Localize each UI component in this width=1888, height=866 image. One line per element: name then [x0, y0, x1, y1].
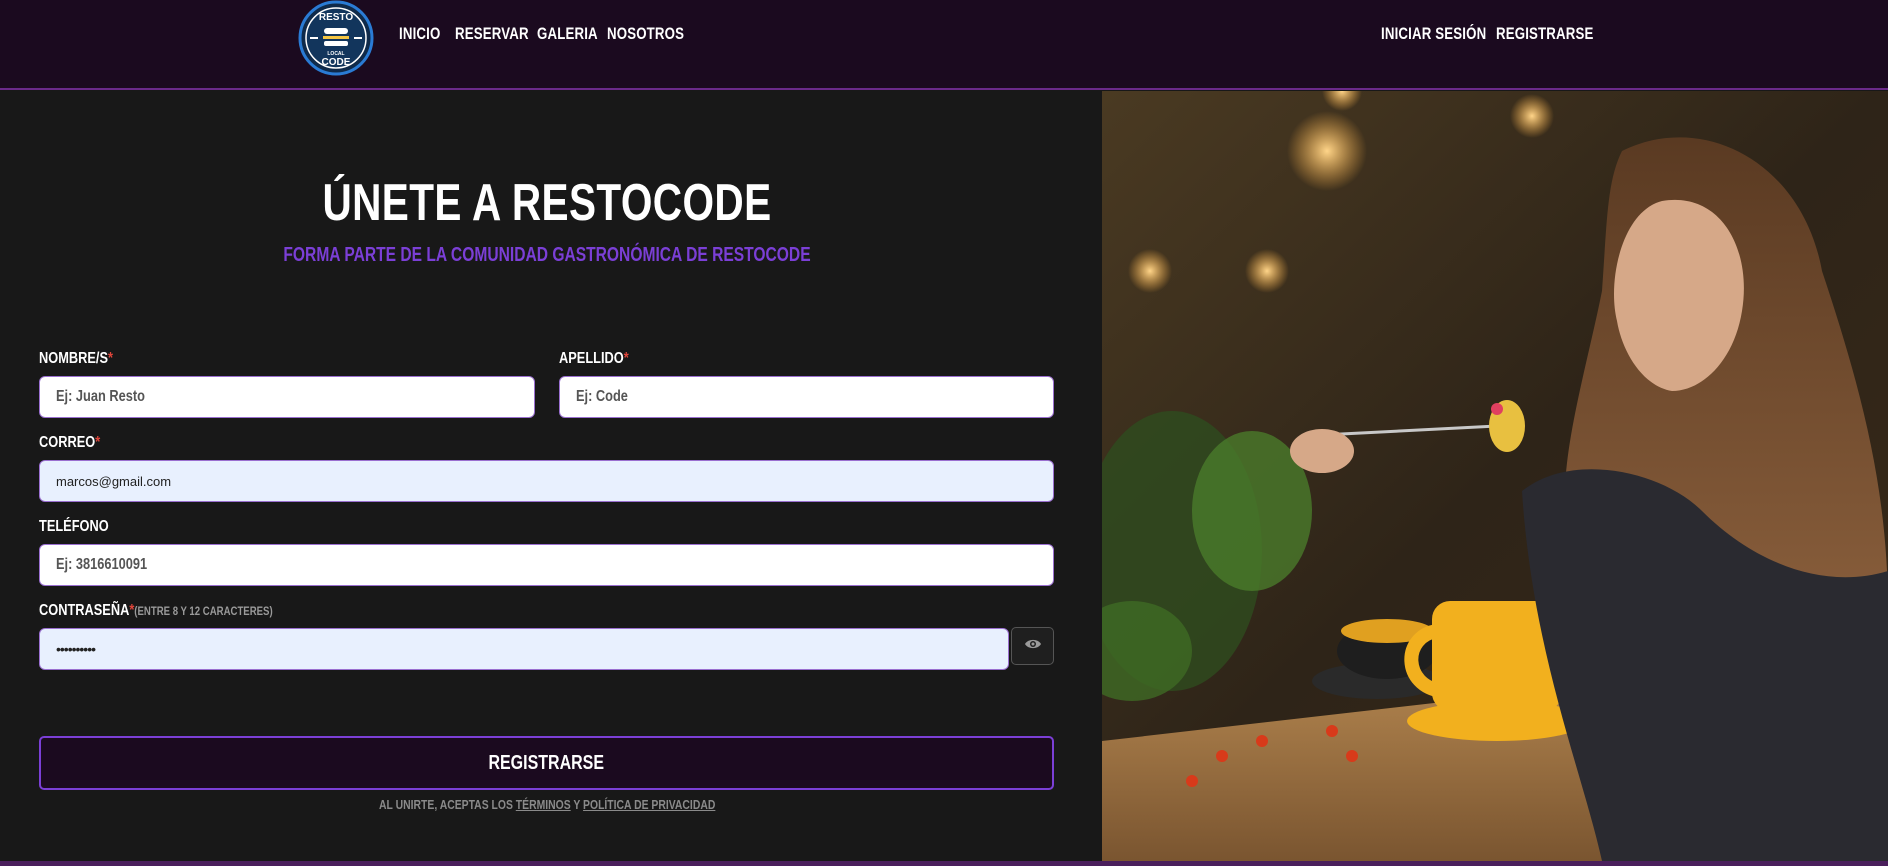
nav-iniciar-sesion[interactable]: INICIAR SESIÓN	[1381, 24, 1486, 44]
correo-input[interactable]: marcos@gmail.com	[39, 460, 1054, 502]
apellido-input[interactable]: Ej: Code	[559, 376, 1054, 418]
required-mark: *	[107, 350, 113, 367]
nav-nosotros[interactable]: NOSOTROS	[607, 24, 684, 44]
nav-reservar[interactable]: RESERVAR	[455, 24, 529, 44]
nav-left-links: INICIO RESERVAR GALERIA NOSOTROS	[399, 24, 687, 44]
apellido-label-text: APELLIDO	[559, 350, 624, 367]
restocode-logo[interactable]: RESTO LOCAL CODE	[296, 0, 376, 76]
telefono-label: TELÉFONO	[39, 518, 109, 536]
telefono-label-text: TELÉFONO	[39, 518, 109, 535]
page-title: ÚNETE A RESTOCODE	[322, 174, 772, 232]
toggle-password-button[interactable]	[1011, 627, 1054, 665]
correo-label: CORREO*	[39, 434, 100, 452]
page-subtitle: FORMA PARTE DE LA COMUNIDAD GASTRONÓMICA…	[283, 244, 811, 266]
logo-bottom-text: CODE	[322, 57, 351, 68]
contrasena-hint: (ENTRE 8 Y 12 CARACTERES)	[134, 604, 273, 618]
hero-photo-woman-eating	[1102, 91, 1888, 861]
nombre-label-text: NOMBRE/S	[39, 350, 108, 367]
register-submit-label: REGISTRARSE	[488, 751, 605, 774]
nombre-label: NOMBRE/S*	[39, 350, 113, 368]
register-panel: ÚNETE A RESTOCODE FORMA PARTE DE LA COMU…	[0, 91, 1102, 861]
contrasena-input[interactable]: ••••••••••	[39, 628, 1009, 670]
correo-value: marcos@gmail.com	[56, 473, 172, 489]
eye-icon	[1024, 637, 1042, 655]
register-submit-button[interactable]: REGISTRARSE	[39, 736, 1054, 790]
required-mark: *	[95, 434, 101, 451]
contrasena-label-text: CONTRASEÑA	[39, 602, 130, 619]
privacy-link[interactable]: POLÍTICA DE PRIVACIDAD	[583, 797, 715, 812]
telefono-placeholder: Ej: 3816610091	[56, 556, 148, 573]
logo-top-text: RESTO	[319, 12, 353, 23]
legal-notice: AL UNIRTE, ACEPTAS LOS TÉRMINOS Y POLÍTI…	[0, 797, 1094, 812]
legal-prefix: AL UNIRTE, ACEPTAS LOS	[378, 797, 516, 812]
nombre-placeholder: Ej: Juan Resto	[56, 388, 145, 405]
nav-registrarse[interactable]: REGISTRARSE	[1496, 24, 1593, 44]
correo-label-text: CORREO	[39, 434, 96, 451]
nav-inicio[interactable]: INICIO	[399, 24, 443, 44]
nombre-input[interactable]: Ej: Juan Resto	[39, 376, 535, 418]
terms-link[interactable]: TÉRMINOS	[516, 797, 571, 812]
contrasena-label: CONTRASEÑA*(ENTRE 8 Y 12 CARACTERES)	[39, 602, 273, 620]
nav-galeria[interactable]: GALERIA	[537, 24, 598, 44]
navbar: RESTO LOCAL CODE INICIO RESERVAR GALERIA…	[0, 0, 1888, 90]
apellido-label: APELLIDO*	[559, 350, 629, 368]
footer-divider	[0, 861, 1888, 866]
legal-conj: Y	[570, 797, 583, 812]
apellido-placeholder: Ej: Code	[576, 388, 628, 405]
nav-right-links: INICIAR SESIÓN REGISTRARSE	[1381, 24, 1593, 44]
required-mark: *	[623, 350, 629, 367]
telefono-input[interactable]: Ej: 3816610091	[39, 544, 1054, 586]
contrasena-value: ••••••••••	[56, 641, 96, 657]
